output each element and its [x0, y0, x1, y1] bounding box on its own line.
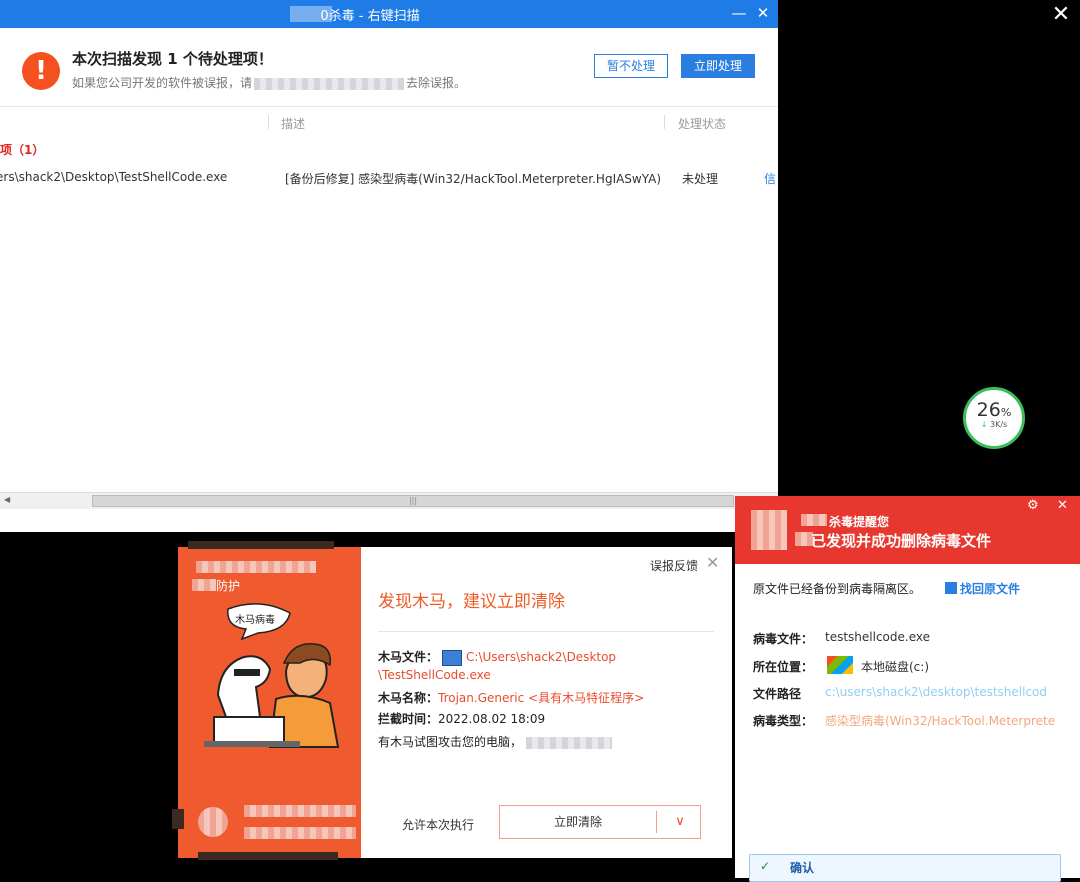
trojan-name-label: 木马名称： — [378, 691, 439, 705]
trojan-time-label: 拦截时间： — [378, 712, 439, 726]
process-now-button[interactable]: 立即处理 — [681, 54, 755, 78]
location-value: 本地磁盘(c:) — [861, 660, 930, 674]
blurred-text — [526, 736, 613, 749]
horizontal-scrollbar[interactable]: ◀ ||| — [0, 492, 778, 509]
backup-notice: 原文件已经备份到病毒隔离区。 — [753, 582, 922, 596]
popup-header: 杀毒提醒您 已发现并成功删除病毒文件 ⚙ ✕ — [735, 496, 1080, 564]
file-path-value[interactable]: c:\users\shack2\desktop\testshellcod — [825, 685, 1061, 699]
scan-subline: 如果您公司开发的软件被误报，请 去除误报。 — [72, 74, 466, 91]
scrollbar-thumb[interactable]: ||| — [92, 495, 734, 507]
subline-suffix: 去除误报。 — [406, 76, 467, 90]
blurred-logo — [751, 510, 787, 550]
blurred-brand — [196, 561, 316, 573]
scan-summary-header: ! 本次扫描发现 1 个待处理项！ 如果您公司开发的软件被误报，请 去除误报。 暂… — [0, 28, 778, 107]
blurred-link[interactable] — [254, 77, 405, 90]
row-status: 未处理 — [682, 172, 719, 186]
blurred-band — [188, 541, 334, 549]
clean-now-button[interactable]: 立即清除 ∨ — [499, 805, 701, 839]
watermark-text: 雷神众测 — [932, 820, 1021, 845]
speed-widget[interactable]: 26% ↓ 3K/s — [963, 387, 1025, 449]
speed-percent: 26% — [966, 399, 1022, 421]
close-icon[interactable]: ✕ — [754, 4, 772, 22]
blurred-brand-prefix — [192, 579, 216, 591]
divider — [378, 631, 714, 632]
column-header-status[interactable]: 处理状态 — [678, 115, 726, 132]
virus-type-value: 感染型病毒(Win32/HackTool.Meterprete — [825, 714, 1056, 728]
virus-type-label: 病毒类型： — [753, 714, 814, 728]
blurred-mark — [172, 809, 184, 829]
virus-file-label: 病毒文件： — [753, 632, 814, 646]
exe-file-icon — [442, 649, 463, 666]
column-divider[interactable] — [664, 115, 665, 129]
subline-prefix: 如果您公司开发的软件被误报，请 — [72, 76, 253, 90]
scan-titlebar[interactable]: 0杀毒 - 右键扫描 — ✕ — [0, 0, 778, 28]
table-row[interactable]: ers\shack2\Desktop\TestShellCode.exe [备份… — [0, 170, 778, 190]
horse-illustration-icon: 木马病毒 — [190, 599, 350, 749]
trojan-name-row: 木马名称：Trojan.Generic <具有木马特征程序> — [378, 689, 644, 706]
table-header: 描述 处理状态 — [0, 107, 778, 137]
clean-now-label[interactable]: 立即清除 — [500, 806, 656, 838]
close-icon[interactable]: ✕ — [706, 553, 719, 572]
scan-headline: 本次扫描发现 1 个待处理项！ — [72, 50, 273, 68]
button-divider — [656, 811, 657, 833]
trojan-file-label: 木马文件： — [378, 650, 439, 664]
allow-once-link[interactable]: 允许本次执行 — [402, 816, 474, 833]
location-label: 所在位置： — [753, 660, 814, 674]
speed-percent-unit: % — [1000, 406, 1012, 419]
scan-window: 0杀毒 - 右键扫描 — ✕ ! 本次扫描发现 1 个待处理项！ 如果您公司开发… — [0, 0, 778, 532]
gear-icon[interactable]: ⚙ — [1027, 498, 1039, 513]
trojan-file-path-1[interactable]: C:\Users\shack2\Desktop — [466, 650, 616, 664]
trojan-time-value: 2022.08.02 18:09 — [438, 712, 546, 726]
speed-percent-value: 26 — [976, 399, 1001, 421]
trojan-alert-sidebar: 防护 木马病毒 — [172, 541, 361, 860]
blurred-avatar — [198, 807, 228, 837]
trojan-alert-dialog: 防护 木马病毒 误报反馈 ✕ 发现木马，建议立即清除 木马文件： C:\Users… — [172, 541, 732, 860]
scan-window-title: 0杀毒 - 右键扫描 — [320, 9, 420, 24]
drive-icon — [827, 656, 853, 674]
row-action-link[interactable]: 信 — [764, 170, 776, 187]
scroll-left-icon[interactable]: ◀ — [4, 495, 10, 504]
virus-file-value: testshellcode.exe — [825, 630, 930, 644]
overlay-close-icon[interactable]: ✕ — [1050, 4, 1072, 26]
trojan-file-path-2[interactable]: \TestShellCode.exe — [378, 668, 491, 682]
download-arrow-icon: ↓ — [980, 420, 988, 429]
popup-title-line1: 杀毒提醒您 — [829, 515, 890, 529]
trojan-time-row: 拦截时间：2022.08.02 18:09 — [378, 710, 545, 727]
minimize-icon[interactable]: — — [730, 4, 748, 22]
check-icon: ✓ — [760, 859, 771, 873]
feedback-link[interactable]: 误报反馈 — [650, 557, 698, 574]
grip-icon: ||| — [408, 496, 418, 505]
close-icon[interactable]: ✕ — [1057, 498, 1068, 513]
column-header-description[interactable]: 描述 — [281, 115, 305, 132]
confirm-label[interactable]: 确认 — [790, 859, 814, 876]
blurred-text — [244, 805, 356, 817]
speed-rate: ↓ 3K/s — [966, 420, 1022, 429]
blurred-text — [244, 827, 356, 839]
trojan-alert-title: 发现木马，建议立即清除 — [378, 592, 565, 612]
speech-bubble-badge: 木马病毒 — [235, 613, 275, 626]
chevron-down-icon[interactable]: ∨ — [660, 806, 700, 838]
restore-file-label[interactable]: 找回原文件 — [960, 582, 1020, 596]
watermark: 雷神众测 — [892, 814, 1020, 846]
trojan-protection-label: 防护 — [216, 579, 241, 593]
popup-title-line2: 已发现并成功删除病毒文件 — [811, 532, 992, 550]
ignore-button[interactable]: 暂不处理 — [594, 54, 668, 78]
trojan-attack-text: 有木马试图攻击您的电脑， — [378, 735, 523, 749]
blurred-band — [198, 852, 338, 860]
result-group-label[interactable]: 项（1） — [0, 141, 44, 158]
restore-file-link[interactable]: 找回原文件 — [945, 580, 1020, 597]
speed-rate-value: 3K/s — [990, 420, 1008, 429]
file-path-label: 文件路径 — [753, 687, 802, 701]
row-file-path: ers\shack2\Desktop\TestShellCode.exe — [0, 170, 228, 184]
trojan-name-value: Trojan.Generic <具有木马特征程序> — [438, 691, 645, 705]
warning-icon: ! — [22, 52, 60, 90]
blurred-brand — [801, 514, 827, 526]
row-description: [备份后修复] 感染型病毒(Win32/HackTool.Meterpreter… — [285, 172, 662, 186]
column-divider[interactable] — [268, 115, 269, 129]
wechat-icon — [892, 817, 926, 843]
trojan-attack-row: 有木马试图攻击您的电脑， — [378, 733, 613, 750]
restore-icon — [945, 582, 957, 594]
trojan-file-row: 木马文件： C:\Users\shack2\Desktop — [378, 648, 616, 666]
